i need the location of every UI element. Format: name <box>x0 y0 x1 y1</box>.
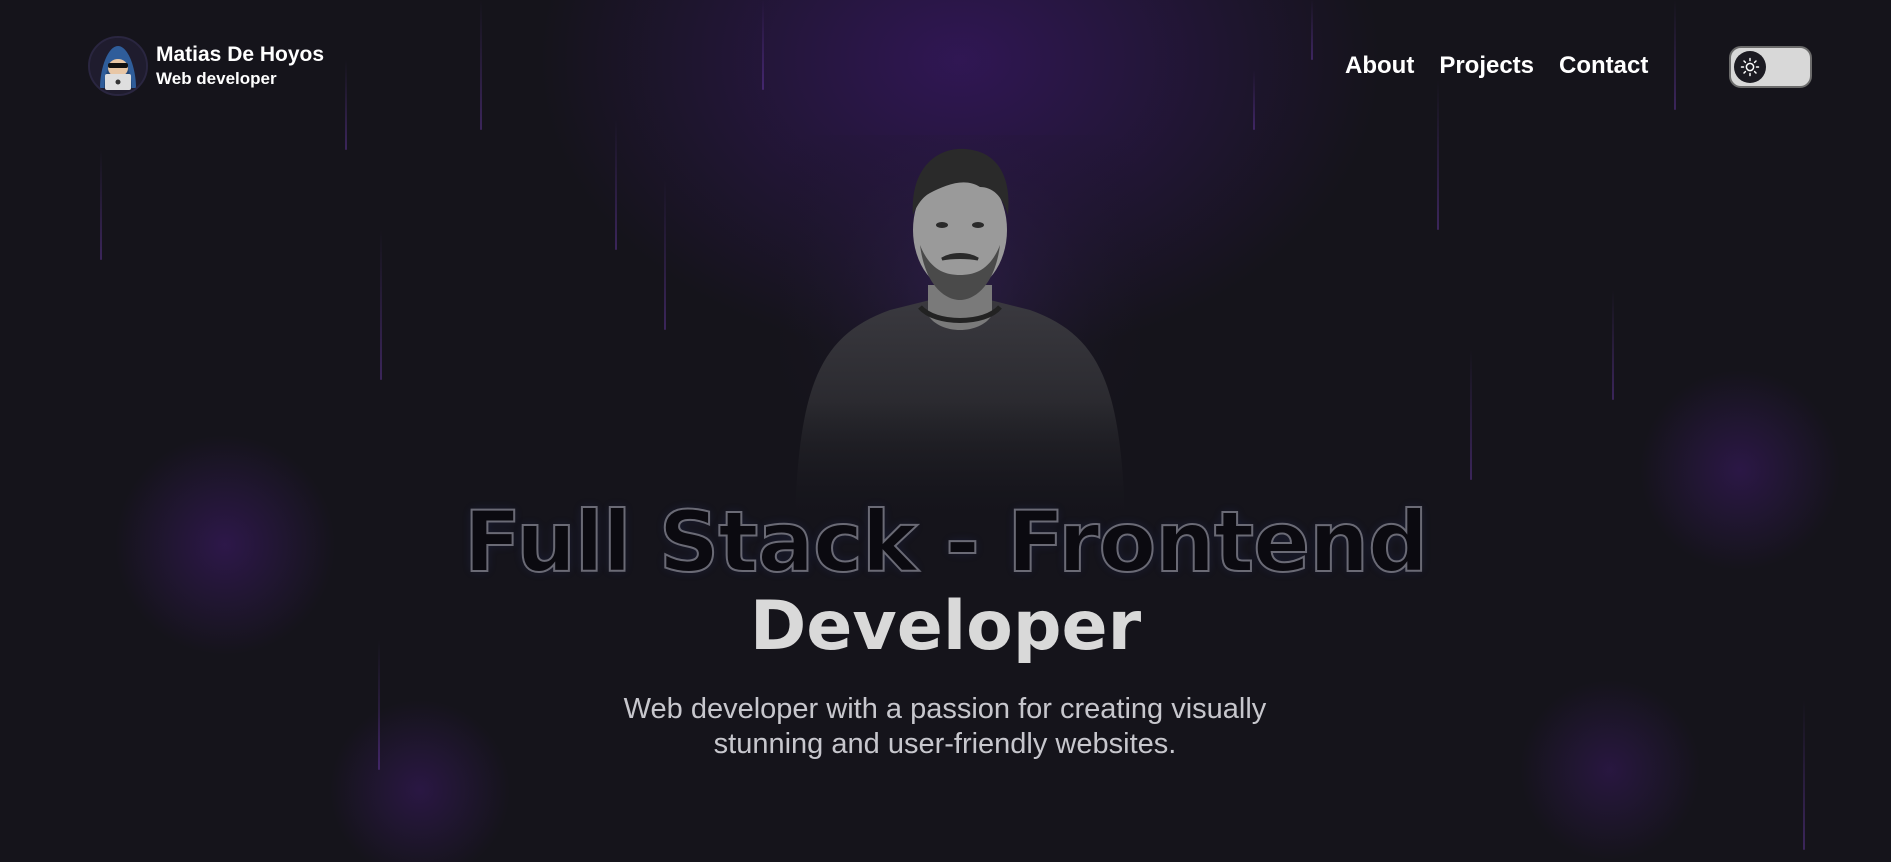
nav-contact-link[interactable]: Contact <box>1559 52 1648 80</box>
background-streak <box>1803 700 1805 850</box>
hero-tagline: Web developer with a passion for creatin… <box>623 693 1267 760</box>
background-streak <box>762 0 764 90</box>
background-streak <box>615 120 617 250</box>
hero-title: Full Stack - Frontend Developer <box>0 493 1891 666</box>
nav-projects-link[interactable]: Projects <box>1439 52 1534 80</box>
profile-portrait <box>780 135 1140 515</box>
sun-icon <box>1740 57 1760 77</box>
brand-text: Matias De Hoyos Web developer <box>156 43 324 89</box>
hero-title-line2: Developer <box>749 587 1142 666</box>
background-streak <box>664 180 666 330</box>
background-streak <box>1470 350 1472 480</box>
hacker-avatar-icon <box>88 36 148 96</box>
background-streak <box>1253 70 1255 130</box>
background-streak <box>1437 80 1439 230</box>
brand[interactable]: Matias De Hoyos Web developer <box>88 36 324 96</box>
brand-name: Matias De Hoyos <box>156 43 325 67</box>
background-streak <box>345 60 347 150</box>
background-streak <box>1674 0 1676 110</box>
background-streak <box>1311 0 1313 60</box>
toggle-knob <box>1734 51 1766 83</box>
background-streak <box>480 0 482 130</box>
background-streak <box>1612 290 1614 400</box>
page: Matias De Hoyos Web developer About Proj… <box>0 0 1891 862</box>
background-streak <box>380 230 382 380</box>
brand-role: Web developer <box>156 69 277 89</box>
nav-about-link[interactable]: About <box>1345 52 1414 80</box>
hero-title-line1: Full Stack - Frontend <box>463 493 1429 591</box>
theme-toggle[interactable] <box>1729 46 1812 88</box>
main-nav: About Projects Contact <box>1345 52 1648 80</box>
background-streak <box>100 150 102 260</box>
